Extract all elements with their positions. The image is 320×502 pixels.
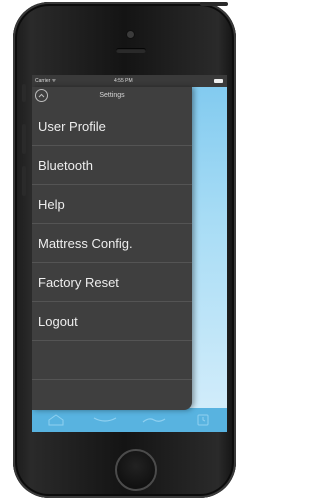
drawer-header: Settings: [32, 87, 192, 107]
battery-icon: [214, 79, 223, 83]
menu-item-factory-reset[interactable]: Factory Reset: [32, 263, 192, 302]
app-screen: Carrier ᯤ 4:55 PM Settings User Profile …: [32, 75, 227, 432]
earpiece-speaker: [116, 48, 146, 53]
volume-up-button: [22, 124, 26, 154]
menu-item-mattress-config[interactable]: Mattress Config.: [32, 224, 192, 263]
volume-down-button: [22, 166, 26, 196]
menu-item-bluetooth[interactable]: Bluetooth: [32, 146, 192, 185]
carrier-label: Carrier ᯤ: [35, 78, 57, 84]
menu-item-label: Factory Reset: [38, 274, 119, 290]
menu-item-label: Help: [38, 196, 65, 212]
power-button: [200, 2, 228, 6]
menu-item-label: Mattress Config.: [38, 235, 133, 251]
menu-item-label: Logout: [38, 313, 78, 329]
drawer-title: Settings: [99, 92, 125, 99]
menu-item-logout[interactable]: Logout: [32, 302, 192, 341]
menu-item-label: Bluetooth: [38, 157, 93, 173]
menu-item-user-profile[interactable]: User Profile: [32, 107, 192, 146]
mute-switch: [22, 84, 26, 102]
menu-item-help[interactable]: Help: [32, 185, 192, 224]
menu-item-empty: [32, 380, 192, 419]
status-bar: Carrier ᯤ 4:55 PM: [32, 75, 227, 87]
front-camera: [127, 31, 134, 38]
status-time: 4:55 PM: [114, 78, 133, 84]
menu-item-empty: [32, 341, 192, 380]
menu-item-label: User Profile: [38, 118, 106, 134]
settings-drawer: Settings User Profile Bluetooth Help Mat…: [32, 87, 192, 410]
home-button[interactable]: [115, 449, 157, 491]
clock-icon: [197, 414, 209, 426]
